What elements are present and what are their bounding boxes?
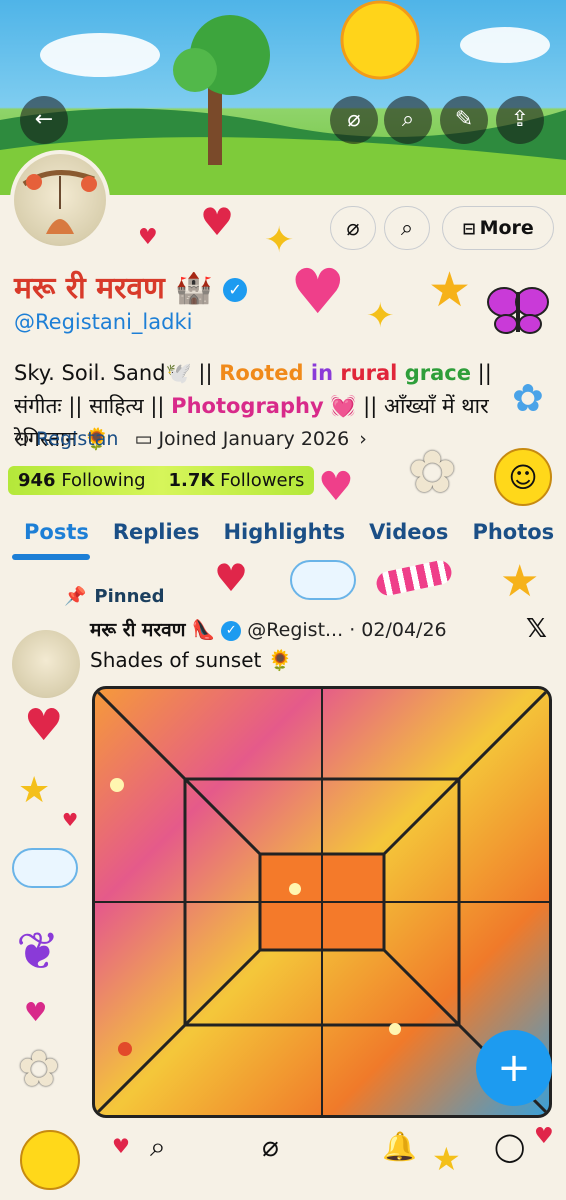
search-button[interactable]: ⌕ bbox=[384, 96, 432, 144]
plus-icon: + bbox=[497, 1045, 531, 1091]
post-text: Shades of sunset 🌻 bbox=[90, 648, 293, 672]
post-avatar[interactable] bbox=[12, 630, 80, 698]
follow-counts: 946 Following 1.7K Followers bbox=[8, 466, 315, 495]
avatar[interactable] bbox=[10, 150, 110, 250]
pinned-label: 📌 Pinned bbox=[64, 586, 165, 607]
more-icon: ⊟ bbox=[462, 218, 476, 238]
search-icon: ⌕ bbox=[150, 1130, 166, 1163]
notifications-icon: 🔔 bbox=[382, 1130, 417, 1163]
heart-icon: ♥ bbox=[534, 1124, 554, 1149]
grok-profile-button[interactable]: ⌀ bbox=[330, 206, 376, 250]
profile-joined: Joined January 2026 bbox=[158, 428, 350, 450]
star-face-icon: ★ bbox=[500, 556, 540, 607]
smiley-icon: ☺ bbox=[494, 448, 552, 506]
castle-emoji: 🏰 bbox=[175, 271, 213, 306]
heart-icon: ♥ bbox=[290, 255, 346, 328]
edit-button[interactable]: ✎ bbox=[440, 96, 488, 144]
bio-photography: Photography bbox=[171, 394, 324, 418]
edit-icon: ✎ bbox=[454, 107, 474, 132]
pin-icon: 📌 bbox=[64, 586, 87, 607]
bio-rural: rural bbox=[340, 361, 398, 385]
heart-icon: ♥ bbox=[138, 225, 158, 250]
search-icon: ⌕ bbox=[401, 107, 415, 132]
post-handle[interactable]: @Regist... bbox=[247, 619, 343, 641]
heart-icon: ♥ bbox=[200, 200, 235, 244]
grok-icon: ⌀ bbox=[262, 1130, 279, 1163]
tab-videos[interactable]: Videos bbox=[369, 520, 448, 544]
messages-icon: ◯ bbox=[494, 1130, 526, 1163]
post-author[interactable]: मरू री मरवण bbox=[90, 619, 185, 641]
bio-text: Sky. Soil. Sand🕊️ || bbox=[14, 361, 220, 385]
nav-messages[interactable]: ◯ bbox=[494, 1130, 525, 1163]
pinned-text: Pinned bbox=[94, 586, 165, 607]
active-tab-indicator bbox=[12, 554, 90, 560]
nav-search[interactable]: ⌕ bbox=[150, 1130, 166, 1164]
nav-grok[interactable]: ⌀ bbox=[262, 1130, 279, 1163]
bio-grace: grace bbox=[397, 361, 471, 385]
followers-label: Followers bbox=[220, 470, 305, 491]
bio-in: in bbox=[303, 361, 341, 385]
heart-icon: ♥ bbox=[62, 810, 79, 831]
star-icon: ★ bbox=[18, 770, 51, 811]
followers-link[interactable]: 1.7K Followers bbox=[169, 470, 305, 491]
compose-button[interactable]: + bbox=[476, 1030, 552, 1106]
heart-icon: ♥ bbox=[318, 464, 354, 510]
heart-icon: ♥ bbox=[24, 998, 48, 1028]
heart-icon: ♥ bbox=[112, 1134, 130, 1158]
tab-replies[interactable]: Replies bbox=[113, 520, 200, 544]
verified-badge-icon: ✓ bbox=[221, 621, 242, 641]
profile-location[interactable]: Registan bbox=[36, 428, 118, 450]
grok-icon: ⌀ bbox=[346, 215, 360, 241]
post-date: · 02/04/26 bbox=[349, 619, 447, 641]
profile-handle: @Registani_ladki bbox=[14, 310, 193, 334]
followers-count: 1.7K bbox=[168, 470, 215, 491]
candy-icon bbox=[374, 558, 454, 598]
bio-rooted: Rooted bbox=[219, 361, 304, 385]
grok-icon: ⌀ bbox=[347, 107, 361, 132]
cloud-icon bbox=[290, 560, 356, 600]
more-button[interactable]: ⊟ More bbox=[442, 206, 554, 250]
following-link[interactable]: 946 Following bbox=[18, 470, 146, 491]
grok-button[interactable]: ⌀ bbox=[330, 96, 378, 144]
verified-badge-icon: ✓ bbox=[223, 278, 248, 302]
x-logo-icon[interactable]: 𝕏 bbox=[526, 614, 547, 644]
post-author-emoji: 👠 bbox=[191, 619, 216, 641]
share-icon: ⇪ bbox=[510, 107, 530, 132]
daisy-icon: ✿ bbox=[18, 1040, 60, 1098]
profile-name-text: मरू री मरवण bbox=[14, 271, 165, 306]
tab-photos[interactable]: Photos bbox=[472, 520, 554, 544]
chevron-right-icon[interactable]: › bbox=[359, 428, 367, 450]
back-button[interactable]: ← bbox=[20, 96, 68, 144]
tab-posts[interactable]: Posts bbox=[24, 520, 89, 544]
more-label: More bbox=[479, 217, 534, 239]
heart-icon: ♥ bbox=[24, 700, 64, 751]
profile-name: मरू री मरवण 🏰 ✓ bbox=[14, 266, 248, 307]
star-icon: ✦ bbox=[366, 296, 395, 336]
butterfly-icon bbox=[486, 282, 550, 336]
heart-icon: ♥ bbox=[214, 556, 249, 600]
following-label: Following bbox=[61, 470, 146, 491]
avatar-illustration bbox=[22, 170, 97, 234]
star-face-icon: ★ bbox=[428, 262, 472, 318]
tab-highlights[interactable]: Highlights bbox=[223, 520, 345, 544]
nav-notifications[interactable]: 🔔 bbox=[382, 1130, 417, 1163]
smiley-icon bbox=[20, 1130, 80, 1190]
profile-meta: ⊙ Registan ▭ Joined January 2026 › bbox=[14, 428, 367, 450]
search-profile-button[interactable]: ⌕ bbox=[384, 206, 430, 250]
star-icon: ★ bbox=[432, 1140, 461, 1178]
share-button[interactable]: ⇪ bbox=[496, 96, 544, 144]
arrow-left-icon: ← bbox=[34, 107, 54, 132]
cloud-icon bbox=[12, 848, 78, 888]
calendar-icon: ▭ bbox=[134, 428, 153, 450]
butterfly-icon: ❦ bbox=[16, 922, 60, 982]
search-icon: ⌕ bbox=[400, 215, 414, 241]
location-icon: ⊙ bbox=[14, 428, 30, 450]
post-header: मरू री मरवण 👠 ✓ @Regist... · 02/04/26 bbox=[90, 616, 447, 642]
following-count: 946 bbox=[18, 470, 56, 491]
